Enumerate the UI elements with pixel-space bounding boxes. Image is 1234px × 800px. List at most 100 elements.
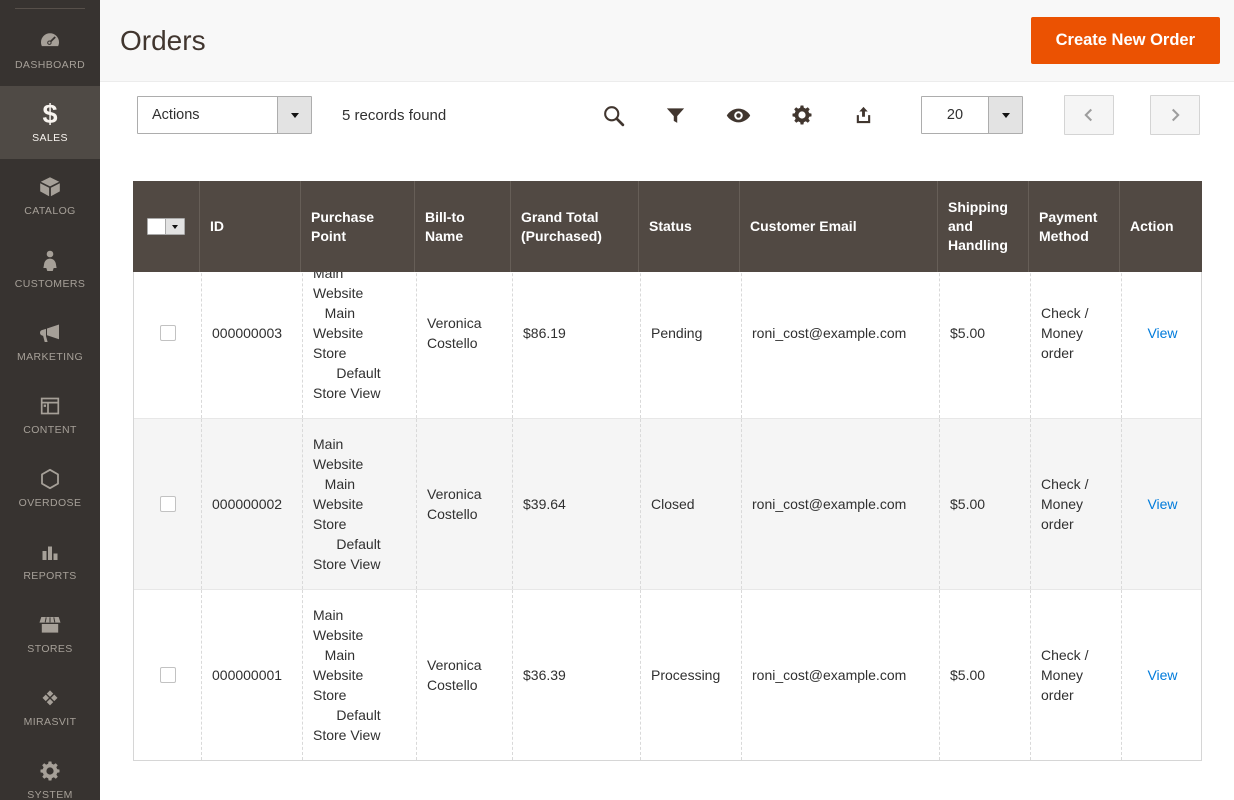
row-checkbox[interactable] [159,667,176,683]
chevron-down-icon[interactable] [277,97,311,133]
content-icon [38,393,62,419]
grid-header-select [133,181,200,272]
chevron-down-icon[interactable] [988,97,1022,133]
sidebar-item-label: STORES [27,643,73,655]
sales-icon: $ [42,99,58,129]
grid-toolbar: Actions 5 records found 20 [137,95,1200,135]
dashboard-icon [38,28,62,54]
customers-icon [38,247,62,273]
sidebar-item-stores[interactable]: STORES [0,597,100,670]
export-icon[interactable] [852,104,875,127]
cell-status: Pending [640,272,741,418]
sidebar-item-marketing[interactable]: MARKETING [0,305,100,378]
cell-status: Processing [640,590,741,760]
select-all-checkbox[interactable] [148,219,165,234]
cell-customer-email: roni_cost@example.com [741,419,939,589]
cell-purchase-point: Main Website Main Website Store Default … [302,590,416,760]
column-header-payment-method[interactable]: Payment Method [1029,181,1120,272]
sidebar-item-mirasvit[interactable]: MIRASVIT [0,670,100,743]
row-checkbox[interactable] [159,496,176,512]
sidebar-item-label: SALES [32,132,68,144]
view-order-link[interactable]: View [1147,494,1177,514]
actions-dropdown-label: Actions [152,107,200,123]
cell-grand-total: $39.64 [512,419,640,589]
sidebar-divider [15,8,85,9]
table-row: 000000002 Main Website Main Website Stor… [134,418,1201,589]
mirasvit-icon [38,685,62,711]
cell-customer-email: roni_cost@example.com [741,590,939,760]
grid-body: 000000003 Main Website Main Website Stor… [133,272,1202,761]
per-page-dropdown[interactable]: 20 [921,96,1023,134]
actions-dropdown[interactable]: Actions [137,96,312,134]
settings-gear-icon[interactable] [790,103,814,127]
sidebar-item-label: OVERDOSE [18,497,82,509]
chevron-left-icon [1084,108,1093,122]
sidebar-item-dashboard[interactable]: DASHBOARD [0,13,100,86]
next-page-button[interactable] [1150,95,1200,135]
column-header-customer-email[interactable]: Customer Email [740,181,938,272]
view-eye-icon[interactable] [725,102,752,129]
column-header-grand-total[interactable]: Grand Total (Purchased) [511,181,639,272]
sidebar-item-sales[interactable]: $ SALES [0,86,100,159]
column-header-purchase-point[interactable]: Purchase Point [301,181,415,272]
create-new-order-button[interactable]: Create New Order [1030,17,1220,64]
sidebar-item-content[interactable]: CONTENT [0,378,100,451]
filter-icon[interactable] [664,104,687,127]
cell-id: 000000001 [201,590,302,760]
column-header-id[interactable]: ID [200,181,301,272]
sidebar-item-label: SYSTEM [27,789,73,800]
table-row: 000000003 Main Website Main Website Stor… [134,272,1201,418]
cell-bill-to-name: Veronica Costello [416,272,512,418]
select-all-dropdown-icon[interactable] [165,219,184,234]
cell-status: Closed [640,419,741,589]
sidebar-item-label: CONTENT [23,424,77,436]
stores-icon [38,612,62,638]
sidebar-item-reports[interactable]: REPORTS [0,524,100,597]
view-order-link[interactable]: View [1147,323,1177,343]
marketing-icon [38,320,62,346]
cell-grand-total: $86.19 [512,272,640,418]
column-header-bill-to-name[interactable]: Bill-to Name [415,181,511,272]
catalog-icon [38,174,62,200]
select-all-control[interactable] [147,218,185,235]
cell-id: 000000003 [201,272,302,418]
view-order-link[interactable]: View [1147,665,1177,685]
sidebar-item-customers[interactable]: CUSTOMERS [0,232,100,305]
records-count: 5 records found [342,106,447,124]
row-checkbox[interactable] [159,325,176,341]
sidebar-item-label: MIRASVIT [23,716,77,728]
overdose-icon [38,466,62,492]
sidebar-item-label: DASHBOARD [14,59,86,71]
sidebar-item-system[interactable]: SYSTEM [0,743,100,800]
sidebar-item-label: REPORTS [23,570,77,582]
cell-id: 000000002 [201,419,302,589]
sidebar-item-label: MARKETING [16,351,84,363]
system-icon [38,758,62,784]
page-header: Orders Create New Order [100,0,1234,82]
column-header-action[interactable]: Action [1120,181,1202,272]
main-content: Orders Create New Order Actions 5 record… [100,0,1234,800]
sidebar-item-catalog[interactable]: CATALOG [0,159,100,232]
search-icon[interactable] [601,103,626,128]
cell-shipping-handling: $5.00 [939,590,1030,760]
cell-bill-to-name: Veronica Costello [416,590,512,760]
cell-payment-method: Check / Money order [1030,272,1121,418]
column-header-status[interactable]: Status [639,181,740,272]
orders-grid: ID Purchase Point Bill-to Name Grand Tot… [133,181,1202,761]
pagination [1064,95,1200,135]
cell-purchase-point: Main Website Main Website Store Default … [302,419,416,589]
cell-payment-method: Check / Money order [1030,590,1121,760]
cell-grand-total: $36.39 [512,590,640,760]
previous-page-button[interactable] [1064,95,1114,135]
sidebar-item-overdose[interactable]: OVERDOSE [0,451,100,524]
cell-shipping-handling: $5.00 [939,419,1030,589]
admin-sidebar: DASHBOARD $ SALES CATALOG CUSTOMERS MARK… [0,0,100,800]
cell-bill-to-name: Veronica Costello [416,419,512,589]
cell-customer-email: roni_cost@example.com [741,272,939,418]
sidebar-item-label: CATALOG [24,205,76,217]
column-header-shipping-handling[interactable]: Shipping and Handling [938,181,1029,272]
magento-admin-orders-page: DASHBOARD $ SALES CATALOG CUSTOMERS MARK… [0,0,1234,800]
reports-icon [38,539,62,565]
table-row: 000000001 Main Website Main Website Stor… [134,589,1201,760]
page-title: Orders [120,24,206,56]
